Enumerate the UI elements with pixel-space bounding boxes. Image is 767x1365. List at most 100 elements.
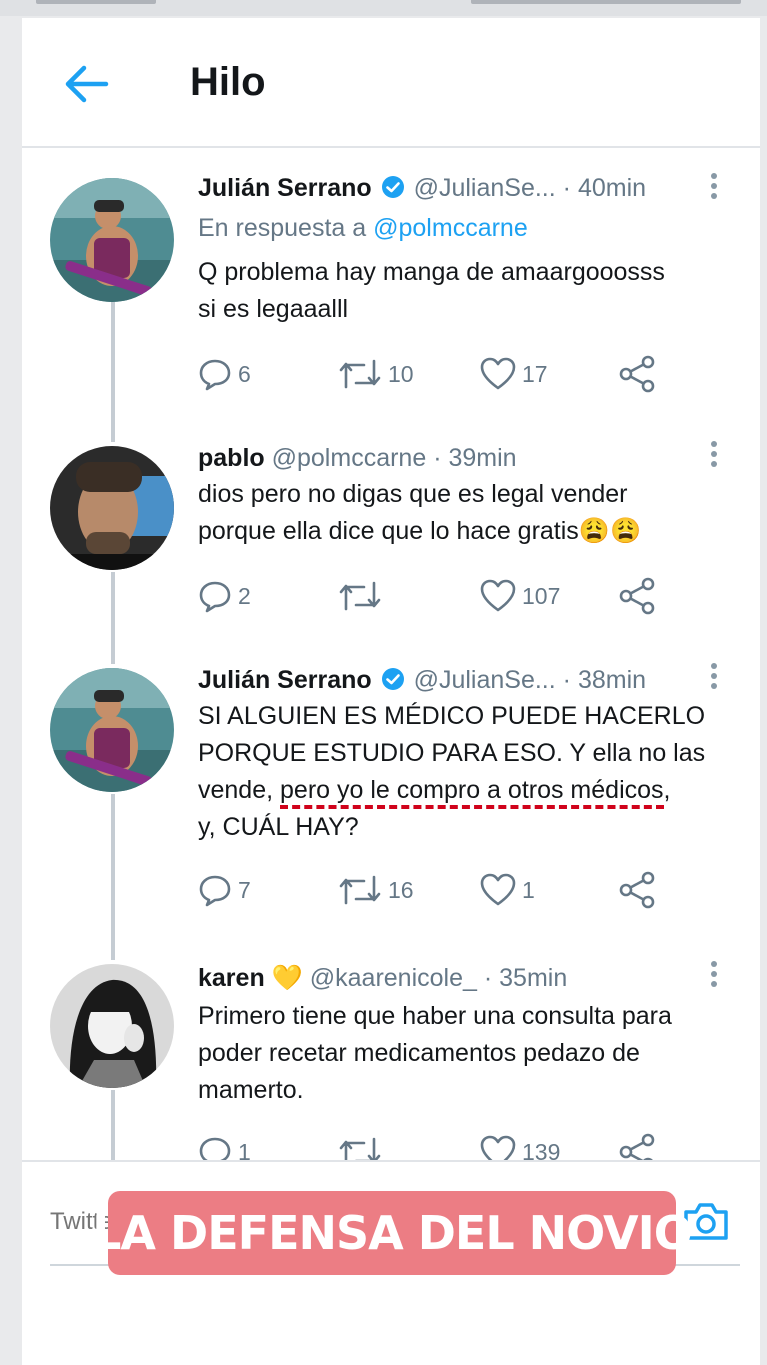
share-icon: [619, 577, 655, 615]
tweet-text-line: Primero tiene que haber una consulta par…: [198, 1002, 672, 1030]
retweet-count: 16: [388, 876, 414, 903]
reply-icon: [199, 359, 231, 391]
thread-connector: [111, 1090, 115, 1160]
reply-count: 1: [238, 1138, 251, 1161]
separator-dot: ·: [562, 666, 571, 694]
tweet-header: Julián Serrano @JulianSe... · 38min: [198, 664, 646, 699]
more-options-icon[interactable]: [704, 660, 724, 696]
yellow-heart-emoji: 💛: [271, 964, 303, 992]
user-handle[interactable]: @JulianSe...: [414, 174, 556, 202]
top-app-bar: Hilo: [22, 18, 760, 148]
share-button[interactable]: [618, 868, 658, 912]
more-options-icon[interactable]: [704, 170, 724, 206]
more-options-icon[interactable]: [704, 958, 724, 994]
heart-icon: [480, 873, 516, 906]
tweet-text-line: si es legaaalll: [198, 295, 349, 323]
share-icon: [619, 1133, 655, 1160]
tweet-text-line: dios pero no digas que es legal vender: [198, 480, 628, 508]
timestamp[interactable]: 38min: [578, 666, 646, 694]
reply-prefix: En respuesta a: [198, 214, 374, 242]
timestamp[interactable]: 40min: [578, 174, 646, 202]
share-button[interactable]: [618, 574, 658, 618]
retweet-icon: [339, 1137, 381, 1160]
share-button[interactable]: [618, 1130, 658, 1160]
user-handle[interactable]: @polmccarne: [272, 444, 427, 472]
tweet-text-line: porque ella dice que lo hace gratis😩😩: [198, 517, 642, 545]
share-button[interactable]: [618, 352, 658, 396]
display-name[interactable]: Julián Serrano: [198, 666, 372, 694]
back-arrow-icon[interactable]: [62, 62, 112, 106]
reply-button[interactable]: 6: [198, 352, 251, 396]
tweet-text-segment: vende,: [198, 776, 281, 804]
reply-icon: [199, 1137, 231, 1160]
verified-badge-icon: [381, 667, 405, 699]
share-icon: [619, 871, 655, 909]
timestamp[interactable]: 39min: [448, 444, 516, 472]
retweet-icon: [339, 359, 381, 389]
like-count: 139: [522, 1138, 561, 1161]
reply-button[interactable]: 2: [198, 574, 251, 618]
tweet-text-segment: ,: [663, 776, 671, 804]
retweet-button[interactable]: [338, 1130, 388, 1160]
thread-connector: [111, 572, 115, 664]
retweet-button[interactable]: 10: [338, 352, 414, 396]
tweet-text-line: mamerto.: [198, 1076, 304, 1104]
like-count: 17: [522, 360, 548, 387]
like-button[interactable]: 1: [480, 868, 535, 912]
retweet-button[interactable]: [338, 574, 388, 618]
avatar[interactable]: [50, 668, 174, 792]
heart-icon: [480, 357, 516, 390]
tweet-actions: 7 16 1: [198, 868, 668, 912]
timestamp[interactable]: 35min: [499, 964, 567, 992]
tweet-text-line: Q problema hay manga de amaargooosss: [198, 258, 665, 286]
thread-screen: Hilo Julián Serrano @JulianSe... · 40min…: [22, 18, 760, 1365]
tweet-actions: 1 139: [198, 1130, 668, 1160]
display-name[interactable]: Julián Serrano: [198, 174, 372, 202]
retweet-icon: [339, 581, 381, 611]
thread-connector: [111, 794, 115, 960]
separator-dot: ·: [483, 964, 493, 992]
tweet-text-line: PORQUE ESTUDIO PARA ESO. Y ella no las: [198, 739, 706, 767]
reply-mention-link[interactable]: @polmccarne: [373, 214, 528, 242]
like-button[interactable]: 107: [480, 574, 560, 618]
share-icon: [619, 355, 655, 393]
tweet-header: pablo @polmccarne · 39min: [198, 442, 517, 474]
reply-button[interactable]: 1: [198, 1130, 251, 1160]
page-title: Hilo: [190, 60, 266, 104]
reply-button[interactable]: 7: [198, 868, 251, 912]
tweet-actions: 2 107: [198, 574, 668, 618]
retweet-button[interactable]: 16: [338, 868, 414, 912]
tweet-text: Q problema hay manga de amaargooosss si …: [198, 254, 738, 328]
thread-connector: [111, 302, 115, 442]
tweet-header: karen 💛 @kaarenicole_ · 35min: [198, 962, 567, 994]
avatar[interactable]: [50, 446, 174, 570]
verified-badge-icon: [381, 175, 405, 207]
reply-icon: [199, 581, 231, 613]
avatar[interactable]: [50, 178, 174, 302]
tweet-text: Primero tiene que haber una consulta par…: [198, 998, 738, 1109]
tweet-text-line: vende, pero yo le compro a otros médicos…: [198, 772, 738, 809]
tweet-text: SI ALGUIEN ES MÉDICO PUEDE HACERLO PORQU…: [198, 698, 738, 846]
display-name[interactable]: pablo: [198, 444, 265, 472]
tweet-text-line: poder recetar medicamentos pedazo de: [198, 1039, 640, 1067]
reply-count: 2: [238, 582, 251, 609]
status-bar-right-icons: [471, 0, 741, 4]
tweet-text-line: SI ALGUIEN ES MÉDICO PUEDE HACERLO: [198, 702, 706, 730]
heart-icon: [480, 1135, 516, 1160]
avatar[interactable]: [50, 964, 174, 1088]
tweet-text-line: y, CUÁL HAY?: [198, 813, 359, 841]
reply-icon: [199, 875, 231, 907]
heart-icon: [480, 579, 516, 612]
caption-banner: LA DEFENSA DEL NOVIO: [92, 1191, 693, 1275]
more-options-icon[interactable]: [704, 438, 724, 474]
user-handle[interactable]: @kaarenicole_: [310, 964, 477, 992]
like-button[interactable]: 17: [480, 352, 548, 396]
status-bar-left-icons: [36, 0, 156, 4]
like-count: 107: [522, 582, 561, 609]
user-handle[interactable]: @JulianSe...: [414, 666, 556, 694]
like-button[interactable]: 139: [480, 1130, 560, 1160]
reply-count: 7: [238, 876, 251, 903]
status-bar: [0, 0, 767, 16]
separator-dot: ·: [562, 174, 571, 202]
display-name[interactable]: karen: [198, 964, 265, 992]
